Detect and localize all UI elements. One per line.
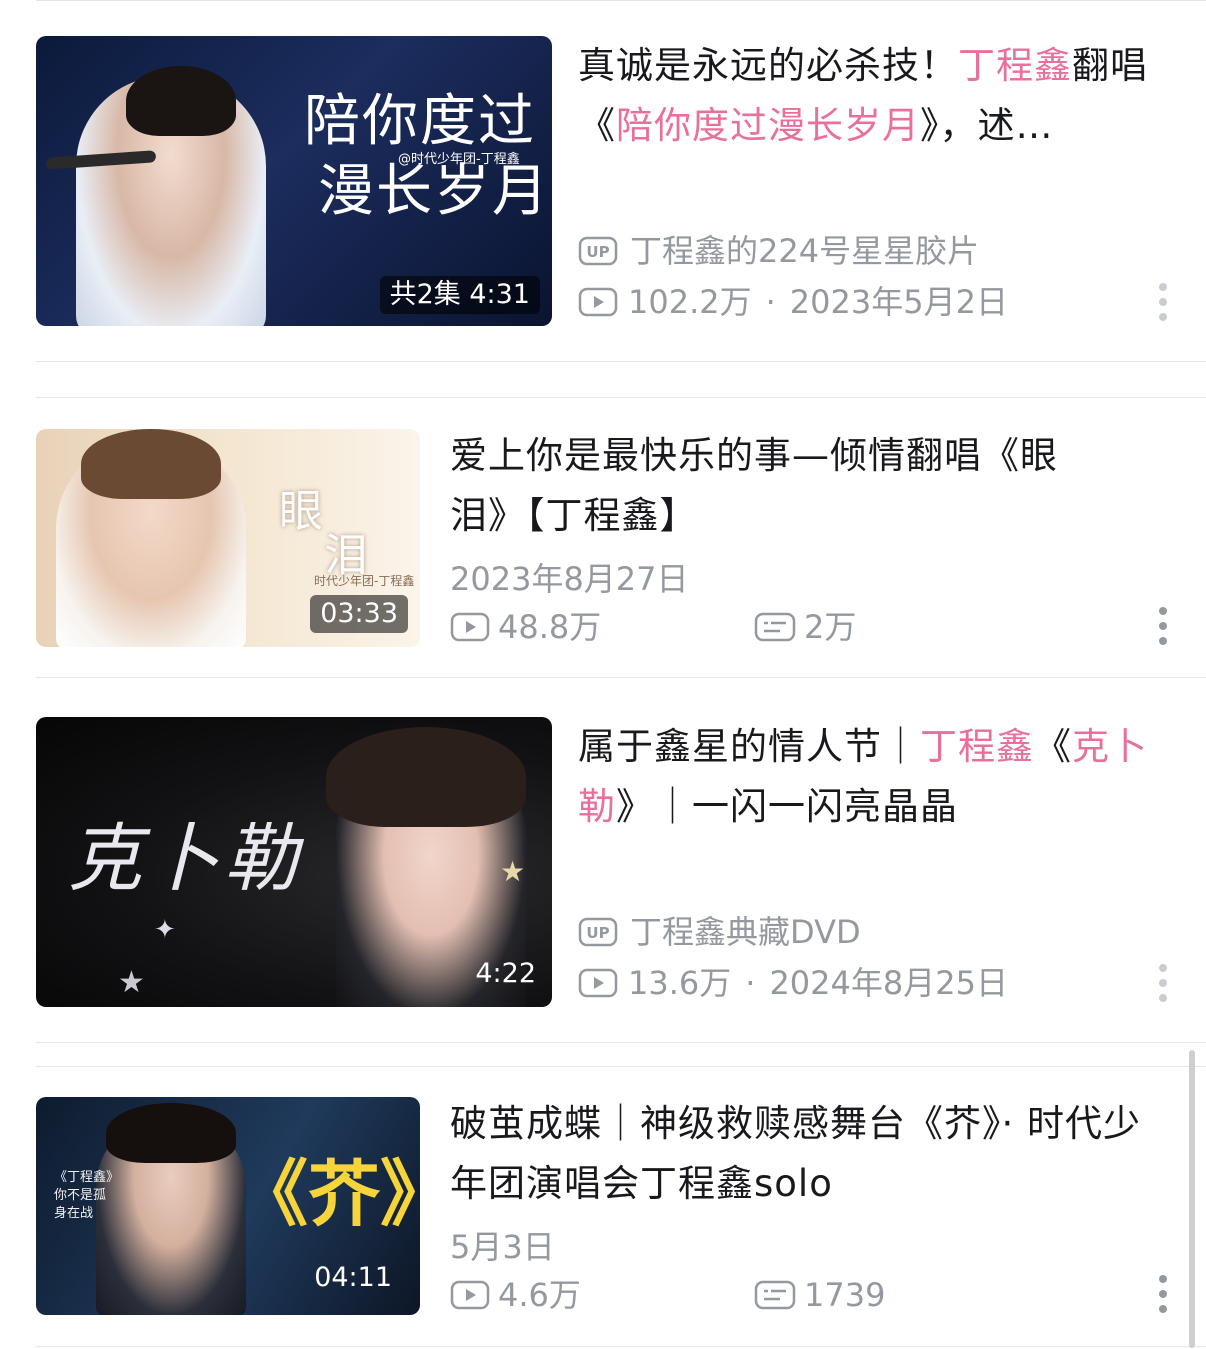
separator-dot: · xyxy=(745,964,756,1002)
card-divider xyxy=(36,1066,1206,1067)
more-options-button[interactable] xyxy=(1156,607,1170,645)
video-duration: 03:33 xyxy=(310,595,408,633)
video-thumbnail-2[interactable]: 眼 泪 时代少年团-丁程鑫 03:33 xyxy=(36,429,420,647)
thumbnail-subtitle: @时代少年团-丁程鑫 xyxy=(398,152,520,167)
top-divider xyxy=(36,0,1206,1)
thumbnail-subtitle: 时代少年团-丁程鑫 xyxy=(314,574,415,588)
play-count-icon xyxy=(578,287,618,317)
video-title[interactable]: 爱上你是最快乐的事—倾情翻唱《眼泪》【丁程鑫】 xyxy=(450,426,1110,546)
thumbnail-hair xyxy=(326,727,526,827)
play-count-icon xyxy=(450,1280,490,1310)
thumbnail-hair xyxy=(126,66,236,136)
stats-row: 48.8万 2万 xyxy=(450,605,856,649)
uploader-row[interactable]: UP 丁程鑫典藏DVD xyxy=(578,910,861,954)
card-divider xyxy=(36,677,1206,678)
view-count: 48.8万 xyxy=(498,608,602,646)
title-text: 真诚是永远的必杀技！ xyxy=(578,44,958,87)
danmaku-icon xyxy=(754,612,796,642)
thumbnail-title-line1: 眼 xyxy=(279,486,323,537)
title-text: 》，述… xyxy=(920,104,1054,147)
thumbnail-subtitle: 《丁程鑫》你不是孤身在战 xyxy=(54,1170,113,1221)
more-options-button[interactable] xyxy=(1156,964,1170,1002)
video-card-4[interactable]: 《芥》 《丁程鑫》你不是孤身在战 04:11 破茧成蝶｜神级救赎感舞台《芥》· … xyxy=(36,1097,1206,1317)
video-duration: 4:22 xyxy=(475,958,536,989)
video-title[interactable]: 属于鑫星的情人节｜丁程鑫《克卜勒》｜一闪一闪亮晶晶 xyxy=(578,717,1178,837)
star-icon: ★ xyxy=(500,855,526,888)
publish-date: 2023年5月2日 xyxy=(789,283,1008,321)
stats-row: 4.6万 1739 xyxy=(450,1273,885,1317)
thumbnail-hair xyxy=(81,429,221,499)
stats-row: 13.6万 · 2024年8月25日 xyxy=(578,961,1008,1005)
thumbnail-title-line1: 陪你度过 xyxy=(304,89,536,154)
uploader-row[interactable]: UP 丁程鑫的224号星星胶片 xyxy=(578,229,979,273)
danmaku-icon xyxy=(754,1280,796,1310)
view-count: 13.6万 xyxy=(628,964,732,1002)
title-text: 破茧成蝶｜神级救赎感舞台《芥》· 时代少年团演唱会丁程鑫solo xyxy=(450,1102,1142,1205)
up-badge-icon: UP xyxy=(578,236,618,266)
video-card-2[interactable]: 眼 泪 时代少年团-丁程鑫 03:33 爱上你是最快乐的事—倾情翻唱《眼泪》【丁… xyxy=(36,429,1206,649)
publish-date: 2024年8月25日 xyxy=(769,964,1008,1002)
svg-text:UP: UP xyxy=(586,924,609,942)
view-count: 102.2万 xyxy=(628,283,752,321)
card-divider xyxy=(36,361,1206,362)
title-highlight: 丁程鑫 xyxy=(920,725,1034,768)
video-card-3[interactable]: 克卜勒 ✦ ★ ★ 4:22 属于鑫星的情人节｜丁程鑫《克卜勒》｜一闪一闪亮晶晶… xyxy=(36,717,1206,1009)
more-options-button[interactable] xyxy=(1156,1275,1170,1313)
card-divider xyxy=(36,1346,1206,1347)
separator-dot: · xyxy=(765,283,776,321)
thumbnail-title: 《芥》 xyxy=(236,1151,420,1236)
publish-date: 5月3日 xyxy=(450,1228,555,1266)
video-card-1[interactable]: 陪你度过 漫长岁月 @时代少年团-丁程鑫 共2集 4:31 真诚是永远的必杀技！… xyxy=(36,36,1206,328)
video-title[interactable]: 破茧成蝶｜神级救赎感舞台《芥》· 时代少年团演唱会丁程鑫solo xyxy=(450,1094,1150,1214)
play-count-icon xyxy=(578,968,618,998)
thumbnail-hair xyxy=(106,1103,236,1163)
uploader-name: 丁程鑫的224号星星胶片 xyxy=(630,232,980,270)
uploader-name: 丁程鑫典藏DVD xyxy=(630,913,861,951)
video-thumbnail-1[interactable]: 陪你度过 漫长岁月 @时代少年团-丁程鑫 共2集 4:31 xyxy=(36,36,552,326)
thumbnail-title: 克卜勒 xyxy=(68,816,302,902)
danmaku-count: 1739 xyxy=(804,1276,886,1314)
card-divider xyxy=(36,1042,1206,1043)
view-count: 4.6万 xyxy=(498,1276,581,1314)
video-title[interactable]: 真诚是永远的必杀技！丁程鑫翻唱《陪你度过漫长岁月》，述… xyxy=(578,36,1178,156)
title-text: 爱上你是最快乐的事—倾情翻唱《眼泪》【丁程鑫】 xyxy=(450,434,1058,537)
star-icon: ★ xyxy=(118,965,145,1000)
stats-row: 102.2万 · 2023年5月2日 xyxy=(578,280,1008,324)
publish-date: 2023年8月27日 xyxy=(450,560,689,598)
danmaku-count: 2万 xyxy=(804,608,857,646)
title-text: 属于鑫星的情人节｜ xyxy=(578,725,920,768)
card-divider xyxy=(36,397,1206,398)
star-icon: ✦ xyxy=(154,915,176,945)
video-thumbnail-3[interactable]: 克卜勒 ✦ ★ ★ 4:22 xyxy=(36,717,552,1007)
title-highlight: 陪你度过漫长岁月 xyxy=(616,104,920,147)
svg-text:UP: UP xyxy=(586,243,609,261)
up-badge-icon: UP xyxy=(578,917,618,947)
scrollbar[interactable] xyxy=(1189,1050,1195,1348)
title-text: 》｜一闪一闪亮晶晶 xyxy=(616,785,958,828)
title-text: 《 xyxy=(1034,725,1072,768)
video-thumbnail-4[interactable]: 《芥》 《丁程鑫》你不是孤身在战 04:11 xyxy=(36,1097,420,1315)
play-count-icon xyxy=(450,612,490,642)
more-options-button[interactable] xyxy=(1156,283,1170,321)
title-highlight: 丁程鑫 xyxy=(958,44,1072,87)
video-duration: 共2集 4:31 xyxy=(379,276,540,314)
video-duration: 04:11 xyxy=(314,1262,392,1293)
